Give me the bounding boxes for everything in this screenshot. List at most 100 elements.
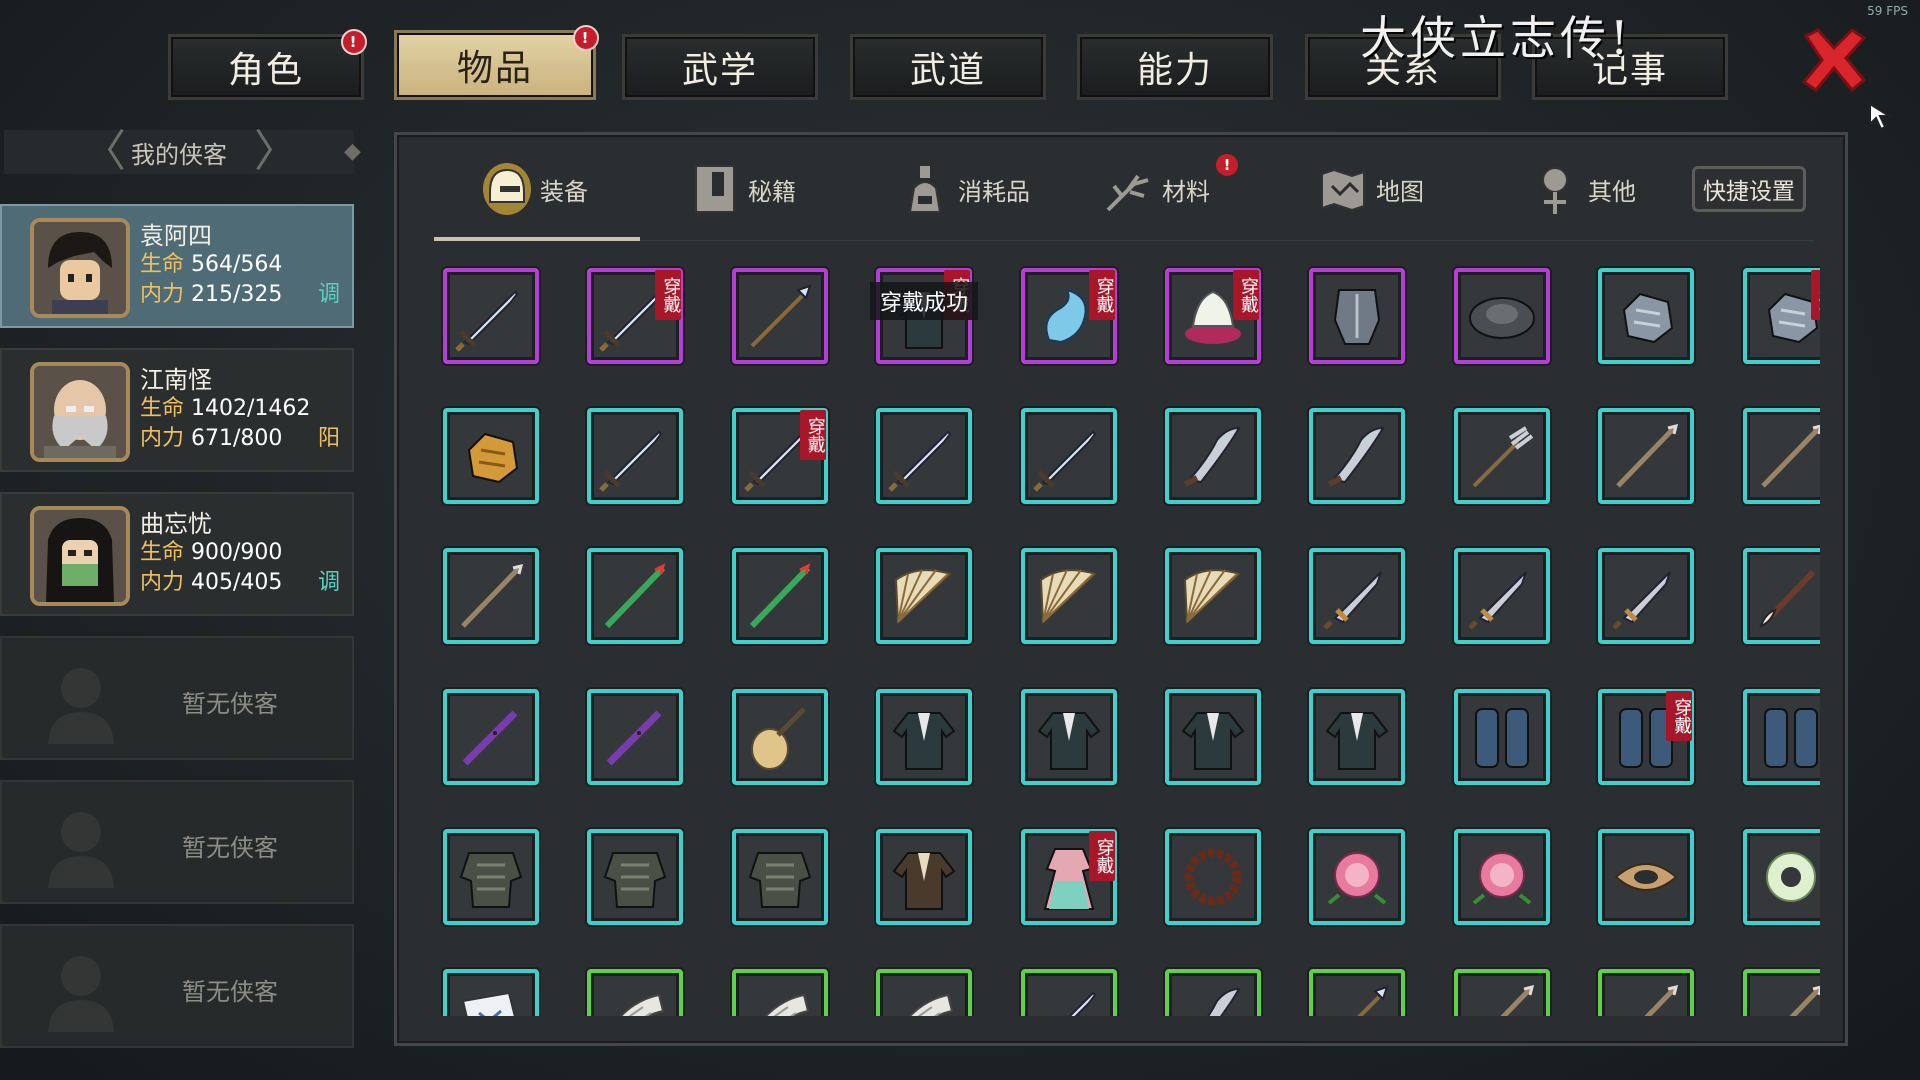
inventory-slot[interactable] [1453,969,1550,1016]
inventory-slot[interactable] [1165,688,1261,785]
inventory-slot[interactable] [1598,828,1695,925]
book-icon [695,165,735,213]
tab-martial-arts[interactable]: 武学 [622,34,818,100]
inventory-slot[interactable] [731,969,828,1016]
inventory-slot[interactable] [1309,268,1406,364]
inventory-slot[interactable] [1598,268,1695,364]
tab-items[interactable]: 物品! [394,25,599,100]
inventory-slot[interactable]: 穿戴 [731,408,828,505]
inventory-slot[interactable]: 穿戴 [587,268,684,364]
inventory-slot[interactable] [1165,548,1261,645]
inventory-slot[interactable]: 穿戴 [1165,268,1261,364]
inventory-slot[interactable] [1309,828,1406,925]
inventory-slot[interactable] [1309,969,1406,1016]
inventory-slot[interactable] [1165,969,1261,1016]
prev-arrow-icon[interactable]: 〈 [82,130,126,174]
empty-hero-slot[interactable]: 暂无侠客 [0,636,354,760]
fan-icon [1183,569,1241,625]
inventory-slot[interactable] [1598,969,1695,1016]
inventory-slot[interactable] [443,688,539,785]
inventory-slot[interactable] [587,969,684,1016]
cursor-icon [1869,102,1893,131]
category-materials[interactable]: 材料 [1104,160,1210,218]
empty-hero-slot[interactable]: 暂无侠客 [0,924,354,1048]
category-maps[interactable]: 地图 [1318,160,1424,218]
category-consumables[interactable]: 消耗品 [900,160,1030,218]
inventory-slot[interactable] [443,408,539,505]
close-icon[interactable] [1798,24,1870,96]
expand-icon[interactable]: ◆ [344,132,361,172]
category-equipment[interactable]: 装备 [482,160,588,218]
bamboo-staff-icon [749,563,811,629]
inventory-slot[interactable] [1453,268,1550,364]
inventory-slot[interactable] [876,688,973,785]
category-manuals[interactable]: 秘籍 [690,160,796,218]
hero-tag: 阳 [317,426,340,451]
inventory-slot[interactable] [1598,408,1695,505]
hero-hp: 生命 900/900 [140,540,283,565]
worn-badge: 穿戴 [1810,270,1820,320]
inventory-slot[interactable] [587,688,684,785]
inventory-slot[interactable] [443,548,539,645]
inventory-slot[interactable] [443,268,539,364]
inventory-slot[interactable] [587,408,684,505]
category-other[interactable]: 其他 [1530,160,1636,218]
inventory-slot[interactable] [1020,969,1117,1016]
inventory-slot[interactable] [1742,408,1820,505]
inventory-slot[interactable] [1453,408,1550,505]
inventory-slot[interactable] [1165,408,1261,505]
worn-badge: 穿戴 [655,270,682,320]
tab-label: 武道 [909,50,986,91]
inventory-slot[interactable] [443,969,539,1016]
category-label: 消耗品 [958,177,1030,206]
inventory-slot[interactable] [443,828,539,925]
inventory-slot[interactable]: 穿戴 [1020,268,1117,364]
hero-card-3[interactable]: 曲忘忧 生命 900/900 内力 405/405 调 [0,492,354,616]
inventory-slot[interactable]: 穿戴 [1598,688,1695,785]
lamellar-armor-icon [748,851,812,908]
amulet-icon [1614,862,1678,891]
inventory-slot[interactable] [1309,688,1406,785]
active-category-underline [434,237,640,241]
inventory-slot[interactable] [1742,688,1820,785]
quick-settings-button[interactable]: 快捷设置 [1692,166,1806,212]
inventory-slot[interactable] [1020,548,1117,645]
inventory-slot[interactable] [1020,688,1117,785]
equip-success-tooltip: 穿戴成功 [870,282,979,320]
inventory-slot[interactable] [876,969,973,1016]
hero-card-2[interactable]: 江南怪 生命 1402/1462 内力 671/800 阳 [0,348,354,472]
tab-martial-way[interactable]: 武道 [850,34,1046,100]
inventory-slot[interactable] [731,828,828,925]
inventory-slot[interactable] [587,548,684,645]
tab-label: 角色 [227,50,304,91]
category-label: 秘籍 [748,177,796,206]
inventory-slot[interactable] [1742,828,1820,925]
inventory-slot[interactable] [731,548,828,645]
inventory-slot[interactable] [1453,828,1550,925]
inventory-slot[interactable] [1309,408,1406,505]
empty-hero-slot[interactable]: 暂无侠客 [0,780,354,904]
inventory-slot[interactable]: 穿戴 [1742,268,1820,364]
inventory-slot[interactable] [731,688,828,785]
inventory-slot[interactable] [876,828,973,925]
inventory-slot[interactable] [876,408,973,505]
tab-abilities[interactable]: 能力 [1077,34,1273,100]
inventory-slot[interactable] [1453,548,1550,645]
tab-character[interactable]: 角色! [168,29,367,100]
inventory-slot[interactable]: 穿戴 [1020,828,1117,925]
inventory-slot[interactable] [1453,688,1550,785]
inventory-slot[interactable] [731,268,828,364]
inventory-slot[interactable] [1020,408,1117,505]
alert-badge: ! [1216,154,1238,176]
inventory-slot[interactable] [587,828,684,925]
inventory-slot[interactable] [1742,548,1820,645]
inventory-slot[interactable] [1742,969,1820,1016]
inventory-slot[interactable] [1165,828,1261,925]
inventory-slot[interactable] [1309,548,1406,645]
category-label: 其他 [1588,177,1636,206]
hero-card-1[interactable]: 袁阿四 生命 564/564 内力 215/325 调 [0,204,354,328]
inventory-slot[interactable] [876,548,973,645]
next-arrow-icon[interactable]: 〉 [254,130,298,174]
inventory-slot[interactable] [1598,548,1695,645]
roster-title: 我的侠客 [131,140,227,169]
